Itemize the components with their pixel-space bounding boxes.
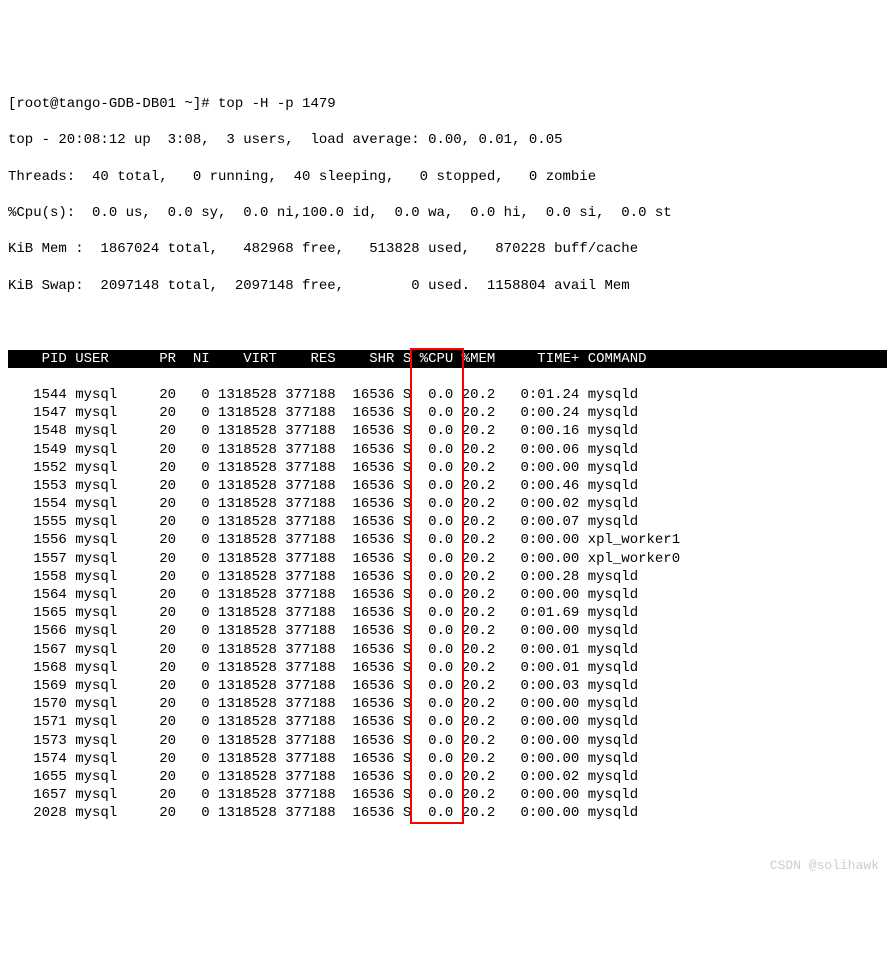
process-row: 1565 mysql 20 0 1318528 377188 16536 S 0…: [8, 604, 887, 622]
top-summary-swap: KiB Swap: 2097148 total, 2097148 free, 0…: [8, 277, 887, 295]
process-row: 1655 mysql 20 0 1318528 377188 16536 S 0…: [8, 768, 887, 786]
process-row: 1555 mysql 20 0 1318528 377188 16536 S 0…: [8, 513, 887, 531]
top-summary-uptime: top - 20:08:12 up 3:08, 3 users, load av…: [8, 131, 887, 149]
process-row: 1567 mysql 20 0 1318528 377188 16536 S 0…: [8, 641, 887, 659]
process-row: 1569 mysql 20 0 1318528 377188 16536 S 0…: [8, 677, 887, 695]
top-summary-threads: Threads: 40 total, 0 running, 40 sleepin…: [8, 168, 887, 186]
process-row: 1553 mysql 20 0 1318528 377188 16536 S 0…: [8, 477, 887, 495]
top-summary-mem: KiB Mem : 1867024 total, 482968 free, 51…: [8, 240, 887, 258]
process-row: 1657 mysql 20 0 1318528 377188 16536 S 0…: [8, 786, 887, 804]
process-row: 1574 mysql 20 0 1318528 377188 16536 S 0…: [8, 750, 887, 768]
command-prompt: [root@tango-GDB-DB01 ~]# top -H -p 1479: [8, 95, 887, 113]
process-table-header: PID USER PR NI VIRT RES SHR S %CPU %MEM …: [8, 350, 887, 368]
process-row: 1557 mysql 20 0 1318528 377188 16536 S 0…: [8, 550, 887, 568]
process-table-body: 1544 mysql 20 0 1318528 377188 16536 S 0…: [8, 386, 887, 823]
process-row: 1568 mysql 20 0 1318528 377188 16536 S 0…: [8, 659, 887, 677]
blank-line: [8, 313, 887, 331]
process-row: 1548 mysql 20 0 1318528 377188 16536 S 0…: [8, 422, 887, 440]
terminal-output: [root@tango-GDB-DB01 ~]# top -H -p 1479 …: [8, 77, 887, 877]
process-row: 1566 mysql 20 0 1318528 377188 16536 S 0…: [8, 622, 887, 640]
process-row: 1552 mysql 20 0 1318528 377188 16536 S 0…: [8, 459, 887, 477]
top-summary-cpu: %Cpu(s): 0.0 us, 0.0 sy, 0.0 ni,100.0 id…: [8, 204, 887, 222]
process-row: 2028 mysql 20 0 1318528 377188 16536 S 0…: [8, 804, 887, 822]
process-row: 1570 mysql 20 0 1318528 377188 16536 S 0…: [8, 695, 887, 713]
process-row: 1564 mysql 20 0 1318528 377188 16536 S 0…: [8, 586, 887, 604]
process-row: 1558 mysql 20 0 1318528 377188 16536 S 0…: [8, 568, 887, 586]
process-row: 1571 mysql 20 0 1318528 377188 16536 S 0…: [8, 713, 887, 731]
process-row: 1554 mysql 20 0 1318528 377188 16536 S 0…: [8, 495, 887, 513]
process-row: 1549 mysql 20 0 1318528 377188 16536 S 0…: [8, 441, 887, 459]
process-row: 1544 mysql 20 0 1318528 377188 16536 S 0…: [8, 386, 887, 404]
process-row: 1573 mysql 20 0 1318528 377188 16536 S 0…: [8, 732, 887, 750]
process-row: 1556 mysql 20 0 1318528 377188 16536 S 0…: [8, 531, 887, 549]
process-row: 1547 mysql 20 0 1318528 377188 16536 S 0…: [8, 404, 887, 422]
watermark-text: CSDN @solihawk: [770, 858, 879, 875]
